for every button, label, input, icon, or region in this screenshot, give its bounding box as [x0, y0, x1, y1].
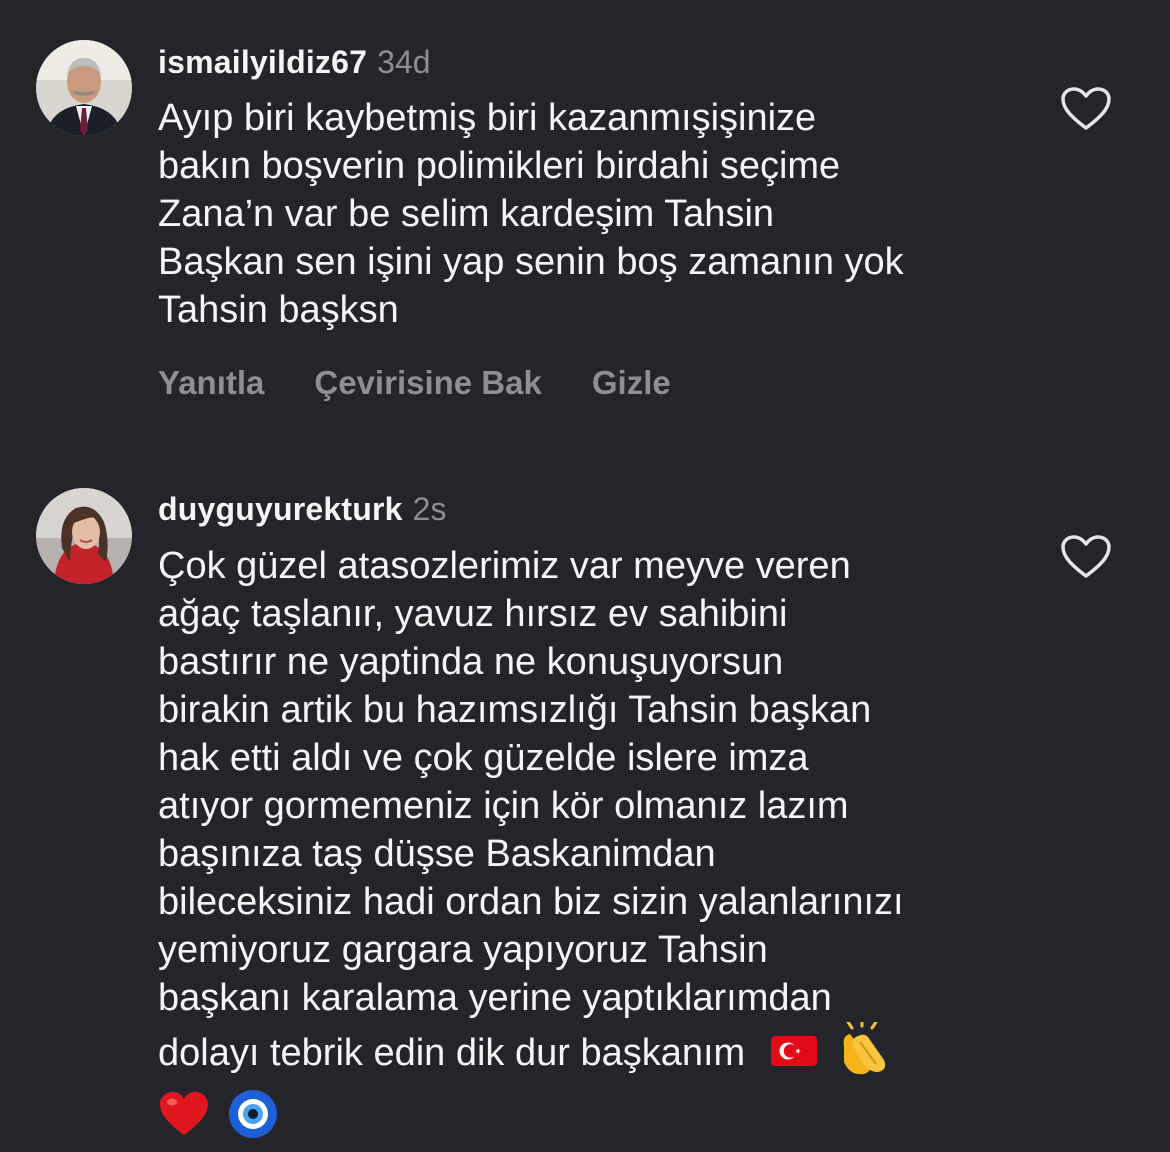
red-heart-icon	[158, 1090, 210, 1150]
comment-time: 2s	[412, 491, 447, 527]
comment-header: duyguyurekturk 2s	[158, 489, 446, 529]
comment-header: ismailyildiz67 34d	[158, 42, 431, 82]
comment-text-line: Tahsin başksn	[158, 289, 399, 331]
comment-text-line: ağaç taşlanır, yavuz hırsız ev sahibini	[158, 593, 788, 635]
comment-text-line: bakın boşverin polimikleri birdahi seçim…	[158, 145, 841, 187]
turkish-flag-icon	[770, 1031, 818, 1079]
comment-text-line	[158, 1088, 1038, 1140]
comment-text-line: Başkan sen işini yap senin boş zamanın y…	[158, 241, 904, 283]
heart-outline-icon[interactable]	[1060, 86, 1112, 132]
nazar-amulet-icon	[227, 1088, 279, 1152]
reply-button[interactable]: Yanıtla	[158, 364, 264, 401]
comment-text-segment: dolayı tebrik edin dik dur başkanım	[158, 1032, 746, 1075]
heart-outline-icon[interactable]	[1060, 534, 1112, 580]
comment-text-line: başkanı karalama yerine yaptıklarımdan	[158, 977, 832, 1019]
comment-text-line: Ayıp biri kaybetmiş biri kazanmışişinize	[158, 97, 817, 139]
comment-actions: Yanıtla Çevirisine Bak Gizle	[158, 363, 721, 403]
avatar-image	[36, 40, 132, 136]
avatar-image	[36, 488, 132, 584]
comment-text-line: Zana’n var be selim kardeşim Tahsin	[158, 193, 775, 235]
avatar[interactable]	[36, 40, 132, 136]
comment-text-line: yemiyoruz gargara yapıyoruz Tahsin	[158, 929, 768, 971]
comment-text-line: birakin artik bu hazımsızlığı Tahsin baş…	[158, 689, 872, 731]
username[interactable]: ismailyildiz67	[158, 44, 367, 80]
comment-text-line: atıyor gormemeniz için kör olmanız lazım	[158, 785, 849, 827]
comment-text-line: bastırır ne yaptinda ne konuşuyorsun	[158, 641, 784, 683]
clapping-hands-icon	[836, 1018, 892, 1088]
comment-text: Ayıp biri kaybetmiş biri kazanmışişinize…	[158, 94, 1038, 334]
see-translation-button[interactable]: Çevirisine Bak	[314, 364, 541, 401]
comment-text-line: Çok güzel atasozlerimiz var meyve veren	[158, 545, 851, 587]
username[interactable]: duyguyurekturk	[158, 491, 403, 527]
avatar[interactable]	[36, 488, 132, 584]
comment-time: 34d	[377, 44, 431, 80]
hide-button[interactable]: Gizle	[592, 364, 671, 401]
comment-text-line: dolayı tebrik edin dik dur başkanım	[158, 1018, 1038, 1088]
comment-text-line: bileceksiniz hadi ordan biz sizin yalanl…	[158, 881, 904, 923]
comment-text-line: başınıza taş düşse Baskanimdan	[158, 833, 716, 875]
comment-text-line: hak etti aldı ve çok güzelde islere imza	[158, 737, 809, 779]
comment-text: Çok güzel atasozlerimiz var meyve veren …	[158, 542, 1038, 1140]
